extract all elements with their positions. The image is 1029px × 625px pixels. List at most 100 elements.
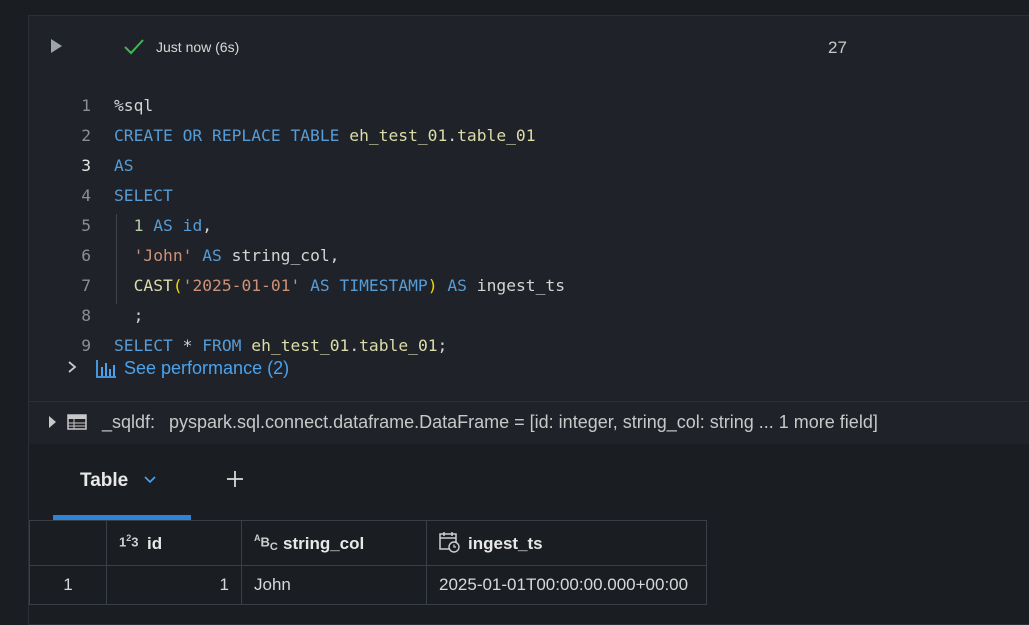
table-icon: [67, 414, 87, 430]
dataframe-name: _sqldf:: [102, 412, 156, 432]
line-number: 8: [81, 306, 91, 325]
table-cell-ingest-ts[interactable]: 2025-01-01T00:00:00.000+00:00: [426, 565, 707, 605]
code-line[interactable]: 7 CAST('2025-01-01' AS TIMESTAMP) AS ing…: [29, 271, 1029, 301]
column-header-id[interactable]: 123 id: [106, 520, 242, 566]
bar-chart-icon: [96, 360, 116, 378]
code-token: TIMESTAMP: [339, 276, 428, 295]
code-token: 'John': [133, 246, 193, 265]
add-tab-button[interactable]: [222, 466, 248, 492]
code-line[interactable]: 6 'John' AS string_col,: [29, 241, 1029, 271]
code-text: SELECT: [114, 181, 173, 211]
dataframe-info-row: _sqldf: pyspark.sql.connect.dataframe.Da…: [29, 401, 1029, 445]
code-token: 1: [133, 216, 144, 235]
expand-dataframe-toggle[interactable]: [49, 416, 56, 428]
code-text: 1 AS id,: [114, 211, 212, 241]
run-status: Just now (6s): [156, 39, 240, 55]
code-token: ;: [114, 306, 144, 325]
code-line[interactable]: 8 ;: [29, 301, 1029, 331]
code-token: AS: [447, 276, 467, 295]
code-token: table_01: [359, 336, 438, 355]
table-cell-string-col[interactable]: John: [241, 565, 427, 605]
code-token: '2025-01-01': [182, 276, 301, 295]
performance-row: See performance (2): [29, 355, 1029, 383]
indent-guide: [116, 214, 117, 304]
code-token: SELECT: [114, 186, 173, 205]
column-header-ingest-ts[interactable]: ingest_ts: [426, 520, 707, 566]
code-text: 'John' AS string_col,: [114, 241, 340, 271]
code-line[interactable]: 1 %sql: [29, 91, 1029, 121]
line-number: 4: [81, 186, 91, 205]
code-token: *: [172, 336, 203, 355]
row-index-header: [29, 520, 107, 566]
code-token: AS: [114, 156, 134, 175]
line-number: 5: [81, 216, 91, 235]
code-token: CREATE OR REPLACE TABLE: [114, 126, 350, 145]
run-cell-button[interactable]: [51, 39, 62, 53]
code-line[interactable]: 2 CREATE OR REPLACE TABLE eh_test_01.tabl…: [29, 121, 1029, 151]
code-line[interactable]: 5 1 AS id,: [29, 211, 1029, 241]
chevron-down-icon[interactable]: [144, 476, 156, 484]
cell-number: 27: [828, 38, 847, 57]
code-token: ,: [202, 216, 213, 235]
code-token: ): [427, 276, 438, 295]
code-token: string_col,: [221, 246, 340, 265]
code-text: %sql: [114, 91, 153, 121]
column-header-label: string_col: [283, 534, 365, 553]
check-icon: [124, 39, 144, 55]
line-number: 3: [81, 156, 91, 175]
see-performance-link[interactable]: See performance (2): [124, 358, 289, 379]
code-text: ;: [114, 301, 144, 331]
results-panel: Table 123 id ABC string_col ingest_ts 1 …: [29, 444, 1029, 624]
column-header-label: id: [147, 534, 163, 553]
code-line[interactable]: 3 AS: [29, 151, 1029, 181]
code-token: ;: [437, 336, 448, 355]
line-number: 7: [81, 276, 91, 295]
results-table: 123 id ABC string_col ingest_ts 1 1 John…: [29, 520, 707, 605]
code-token: eh_test_01: [349, 126, 448, 145]
code-token: AS: [310, 276, 330, 295]
tab-table-label: Table: [80, 470, 129, 491]
code-token: AS: [153, 216, 173, 235]
string-type-icon: ABC: [254, 533, 278, 553]
table-row[interactable]: 1 1 John 2025-01-01T00:00:00.000+00:00: [29, 565, 707, 605]
code-token: table_01: [457, 126, 536, 145]
notebook-cell: Just now (6s) 27 1 %sql 2 CREATE OR REPLACE…: [28, 15, 1029, 625]
timestamp-type-icon: [439, 532, 460, 553]
code-token: %sql: [114, 96, 154, 115]
cell-header: Just now (6s) 27: [29, 16, 1029, 76]
dataframe-type: pyspark.sql.connect.dataframe.DataFrame …: [169, 412, 878, 432]
code-token: .: [447, 126, 458, 145]
column-header-string-col[interactable]: ABC string_col: [241, 520, 427, 566]
code-text: AS: [114, 151, 134, 181]
results-tab-bar: Table: [29, 444, 1029, 520]
code-token: (: [172, 276, 183, 295]
line-number: 1: [81, 96, 91, 115]
table-header-row: 123 id ABC string_col ingest_ts: [29, 520, 707, 566]
row-index: 1: [29, 565, 107, 605]
line-number: 6: [81, 246, 91, 265]
code-token: id: [182, 216, 203, 235]
tab-table[interactable]: Table: [53, 444, 191, 520]
code-token: ingest_ts: [466, 276, 566, 295]
code-text: CREATE OR REPLACE TABLE eh_test_01.table…: [114, 121, 536, 151]
line-number: 2: [81, 126, 91, 145]
chevron-right-icon[interactable]: [65, 360, 79, 374]
integer-type-icon: 123: [119, 533, 139, 550]
code-token: eh_test_01: [251, 336, 350, 355]
code-token: FROM: [202, 336, 242, 355]
code-token: AS: [202, 246, 222, 265]
code-token: CAST: [133, 276, 173, 295]
column-header-label: ingest_ts: [468, 534, 543, 553]
table-cell-id[interactable]: 1: [106, 565, 242, 605]
code-line[interactable]: 4 SELECT: [29, 181, 1029, 211]
code-token: .: [349, 336, 360, 355]
code-token: SELECT: [114, 336, 173, 355]
code-text: CAST('2025-01-01' AS TIMESTAMP) AS inges…: [114, 271, 565, 301]
